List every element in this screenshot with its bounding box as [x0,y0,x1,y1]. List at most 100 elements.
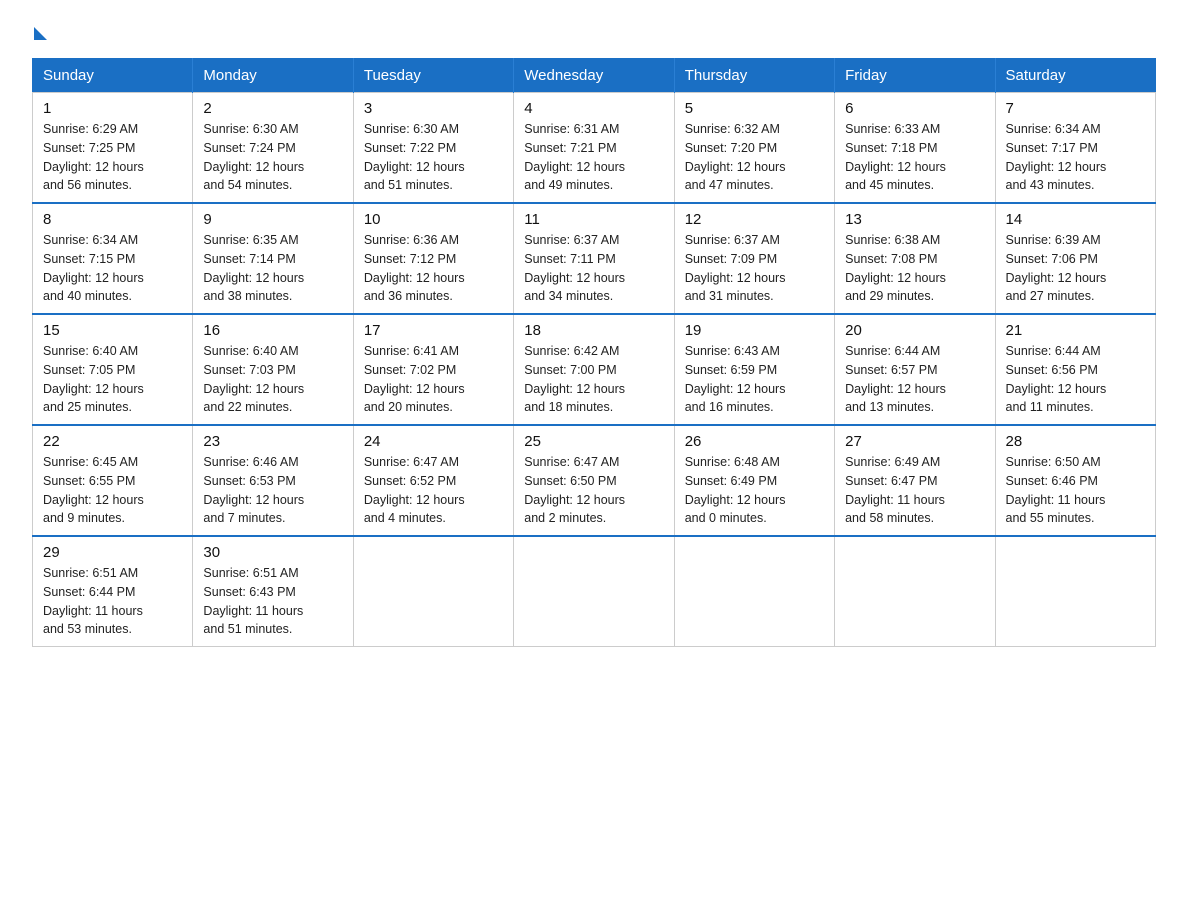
day-cell: 26 Sunrise: 6:48 AMSunset: 6:49 PMDayligh… [674,425,834,536]
day-number: 13 [845,211,984,228]
day-info: Sunrise: 6:34 AMSunset: 7:17 PMDaylight:… [1006,120,1145,195]
weekday-header-row: SundayMondayTuesdayWednesdayThursdayFrid… [33,59,1156,93]
day-info: Sunrise: 6:32 AMSunset: 7:20 PMDaylight:… [685,120,824,195]
day-number: 17 [364,322,503,339]
day-number: 18 [524,322,663,339]
day-number: 24 [364,433,503,450]
day-cell: 16 Sunrise: 6:40 AMSunset: 7:03 PMDayligh… [193,314,353,425]
day-cell: 27 Sunrise: 6:49 AMSunset: 6:47 PMDayligh… [835,425,995,536]
day-cell: 22 Sunrise: 6:45 AMSunset: 6:55 PMDayligh… [33,425,193,536]
day-info: Sunrise: 6:30 AMSunset: 7:22 PMDaylight:… [364,120,503,195]
weekday-header-wednesday: Wednesday [514,59,674,93]
logo-arrow-icon [34,27,47,40]
weekday-header-thursday: Thursday [674,59,834,93]
day-number: 30 [203,544,342,561]
day-cell: 20 Sunrise: 6:44 AMSunset: 6:57 PMDayligh… [835,314,995,425]
day-cell [674,536,834,647]
day-number: 21 [1006,322,1145,339]
week-row-1: 1 Sunrise: 6:29 AMSunset: 7:25 PMDaylight… [33,93,1156,204]
day-cell: 6 Sunrise: 6:33 AMSunset: 7:18 PMDaylight… [835,93,995,204]
day-number: 27 [845,433,984,450]
day-info: Sunrise: 6:37 AMSunset: 7:11 PMDaylight:… [524,231,663,306]
day-number: 28 [1006,433,1145,450]
weekday-header-friday: Friday [835,59,995,93]
day-info: Sunrise: 6:45 AMSunset: 6:55 PMDaylight:… [43,453,182,528]
day-info: Sunrise: 6:44 AMSunset: 6:56 PMDaylight:… [1006,342,1145,417]
day-cell: 19 Sunrise: 6:43 AMSunset: 6:59 PMDayligh… [674,314,834,425]
day-info: Sunrise: 6:43 AMSunset: 6:59 PMDaylight:… [685,342,824,417]
day-number: 7 [1006,100,1145,117]
week-row-5: 29 Sunrise: 6:51 AMSunset: 6:44 PMDayligh… [33,536,1156,647]
day-info: Sunrise: 6:47 AMSunset: 6:52 PMDaylight:… [364,453,503,528]
day-cell: 3 Sunrise: 6:30 AMSunset: 7:22 PMDaylight… [353,93,513,204]
day-info: Sunrise: 6:31 AMSunset: 7:21 PMDaylight:… [524,120,663,195]
day-number: 26 [685,433,824,450]
day-cell: 4 Sunrise: 6:31 AMSunset: 7:21 PMDaylight… [514,93,674,204]
day-cell: 12Sunrise: 6:37 AMSunset: 7:09 PMDayligh… [674,203,834,314]
day-number: 23 [203,433,342,450]
day-cell: 28 Sunrise: 6:50 AMSunset: 6:46 PMDayligh… [995,425,1155,536]
day-info: Sunrise: 6:29 AMSunset: 7:25 PMDaylight:… [43,120,182,195]
day-cell: 2 Sunrise: 6:30 AMSunset: 7:24 PMDaylight… [193,93,353,204]
day-info: Sunrise: 6:51 AMSunset: 6:44 PMDaylight:… [43,564,182,639]
day-cell: 21 Sunrise: 6:44 AMSunset: 6:56 PMDayligh… [995,314,1155,425]
day-info: Sunrise: 6:34 AMSunset: 7:15 PMDaylight:… [43,231,182,306]
day-cell [995,536,1155,647]
weekday-header-saturday: Saturday [995,59,1155,93]
week-row-4: 22 Sunrise: 6:45 AMSunset: 6:55 PMDayligh… [33,425,1156,536]
day-number: 29 [43,544,182,561]
day-cell: 15 Sunrise: 6:40 AMSunset: 7:05 PMDayligh… [33,314,193,425]
day-number: 15 [43,322,182,339]
day-number: 6 [845,100,984,117]
day-cell: 5Sunrise: 6:32 AMSunset: 7:20 PMDaylight… [674,93,834,204]
day-info: Sunrise: 6:40 AMSunset: 7:03 PMDaylight:… [203,342,342,417]
day-info: Sunrise: 6:39 AMSunset: 7:06 PMDaylight:… [1006,231,1145,306]
day-info: Sunrise: 6:48 AMSunset: 6:49 PMDaylight:… [685,453,824,528]
day-number: 20 [845,322,984,339]
day-info: Sunrise: 6:30 AMSunset: 7:24 PMDaylight:… [203,120,342,195]
logo [32,24,47,40]
day-number: 1 [43,100,182,117]
day-info: Sunrise: 6:47 AMSunset: 6:50 PMDaylight:… [524,453,663,528]
day-info: Sunrise: 6:35 AMSunset: 7:14 PMDaylight:… [203,231,342,306]
day-number: 9 [203,211,342,228]
day-cell: 17Sunrise: 6:41 AMSunset: 7:02 PMDayligh… [353,314,513,425]
day-info: Sunrise: 6:38 AMSunset: 7:08 PMDaylight:… [845,231,984,306]
page-header [32,24,1156,40]
day-number: 4 [524,100,663,117]
day-cell: 9 Sunrise: 6:35 AMSunset: 7:14 PMDaylight… [193,203,353,314]
day-number: 8 [43,211,182,228]
day-number: 16 [203,322,342,339]
weekday-header-tuesday: Tuesday [353,59,513,93]
day-cell: 11 Sunrise: 6:37 AMSunset: 7:11 PMDayligh… [514,203,674,314]
weekday-header-monday: Monday [193,59,353,93]
day-info: Sunrise: 6:33 AMSunset: 7:18 PMDaylight:… [845,120,984,195]
day-cell: 18 Sunrise: 6:42 AMSunset: 7:00 PMDayligh… [514,314,674,425]
day-number: 22 [43,433,182,450]
day-info: Sunrise: 6:37 AMSunset: 7:09 PMDaylight:… [685,231,824,306]
day-cell: 24 Sunrise: 6:47 AMSunset: 6:52 PMDayligh… [353,425,513,536]
day-info: Sunrise: 6:46 AMSunset: 6:53 PMDaylight:… [203,453,342,528]
day-number: 14 [1006,211,1145,228]
day-cell: 7 Sunrise: 6:34 AMSunset: 7:17 PMDaylight… [995,93,1155,204]
day-info: Sunrise: 6:51 AMSunset: 6:43 PMDaylight:… [203,564,342,639]
day-info: Sunrise: 6:49 AMSunset: 6:47 PMDaylight:… [845,453,984,528]
day-info: Sunrise: 6:50 AMSunset: 6:46 PMDaylight:… [1006,453,1145,528]
day-cell: 14 Sunrise: 6:39 AMSunset: 7:06 PMDayligh… [995,203,1155,314]
day-cell: 8 Sunrise: 6:34 AMSunset: 7:15 PMDaylight… [33,203,193,314]
day-cell: 25 Sunrise: 6:47 AMSunset: 6:50 PMDayligh… [514,425,674,536]
day-info: Sunrise: 6:42 AMSunset: 7:00 PMDaylight:… [524,342,663,417]
day-number: 3 [364,100,503,117]
week-row-3: 15 Sunrise: 6:40 AMSunset: 7:05 PMDayligh… [33,314,1156,425]
day-number: 2 [203,100,342,117]
day-number: 10 [364,211,503,228]
day-info: Sunrise: 6:44 AMSunset: 6:57 PMDaylight:… [845,342,984,417]
day-cell: 10Sunrise: 6:36 AMSunset: 7:12 PMDayligh… [353,203,513,314]
day-cell: 30 Sunrise: 6:51 AMSunset: 6:43 PMDayligh… [193,536,353,647]
day-number: 11 [524,211,663,228]
day-cell [353,536,513,647]
calendar-table: SundayMondayTuesdayWednesdayThursdayFrid… [32,58,1156,647]
day-number: 25 [524,433,663,450]
day-info: Sunrise: 6:40 AMSunset: 7:05 PMDaylight:… [43,342,182,417]
day-number: 19 [685,322,824,339]
